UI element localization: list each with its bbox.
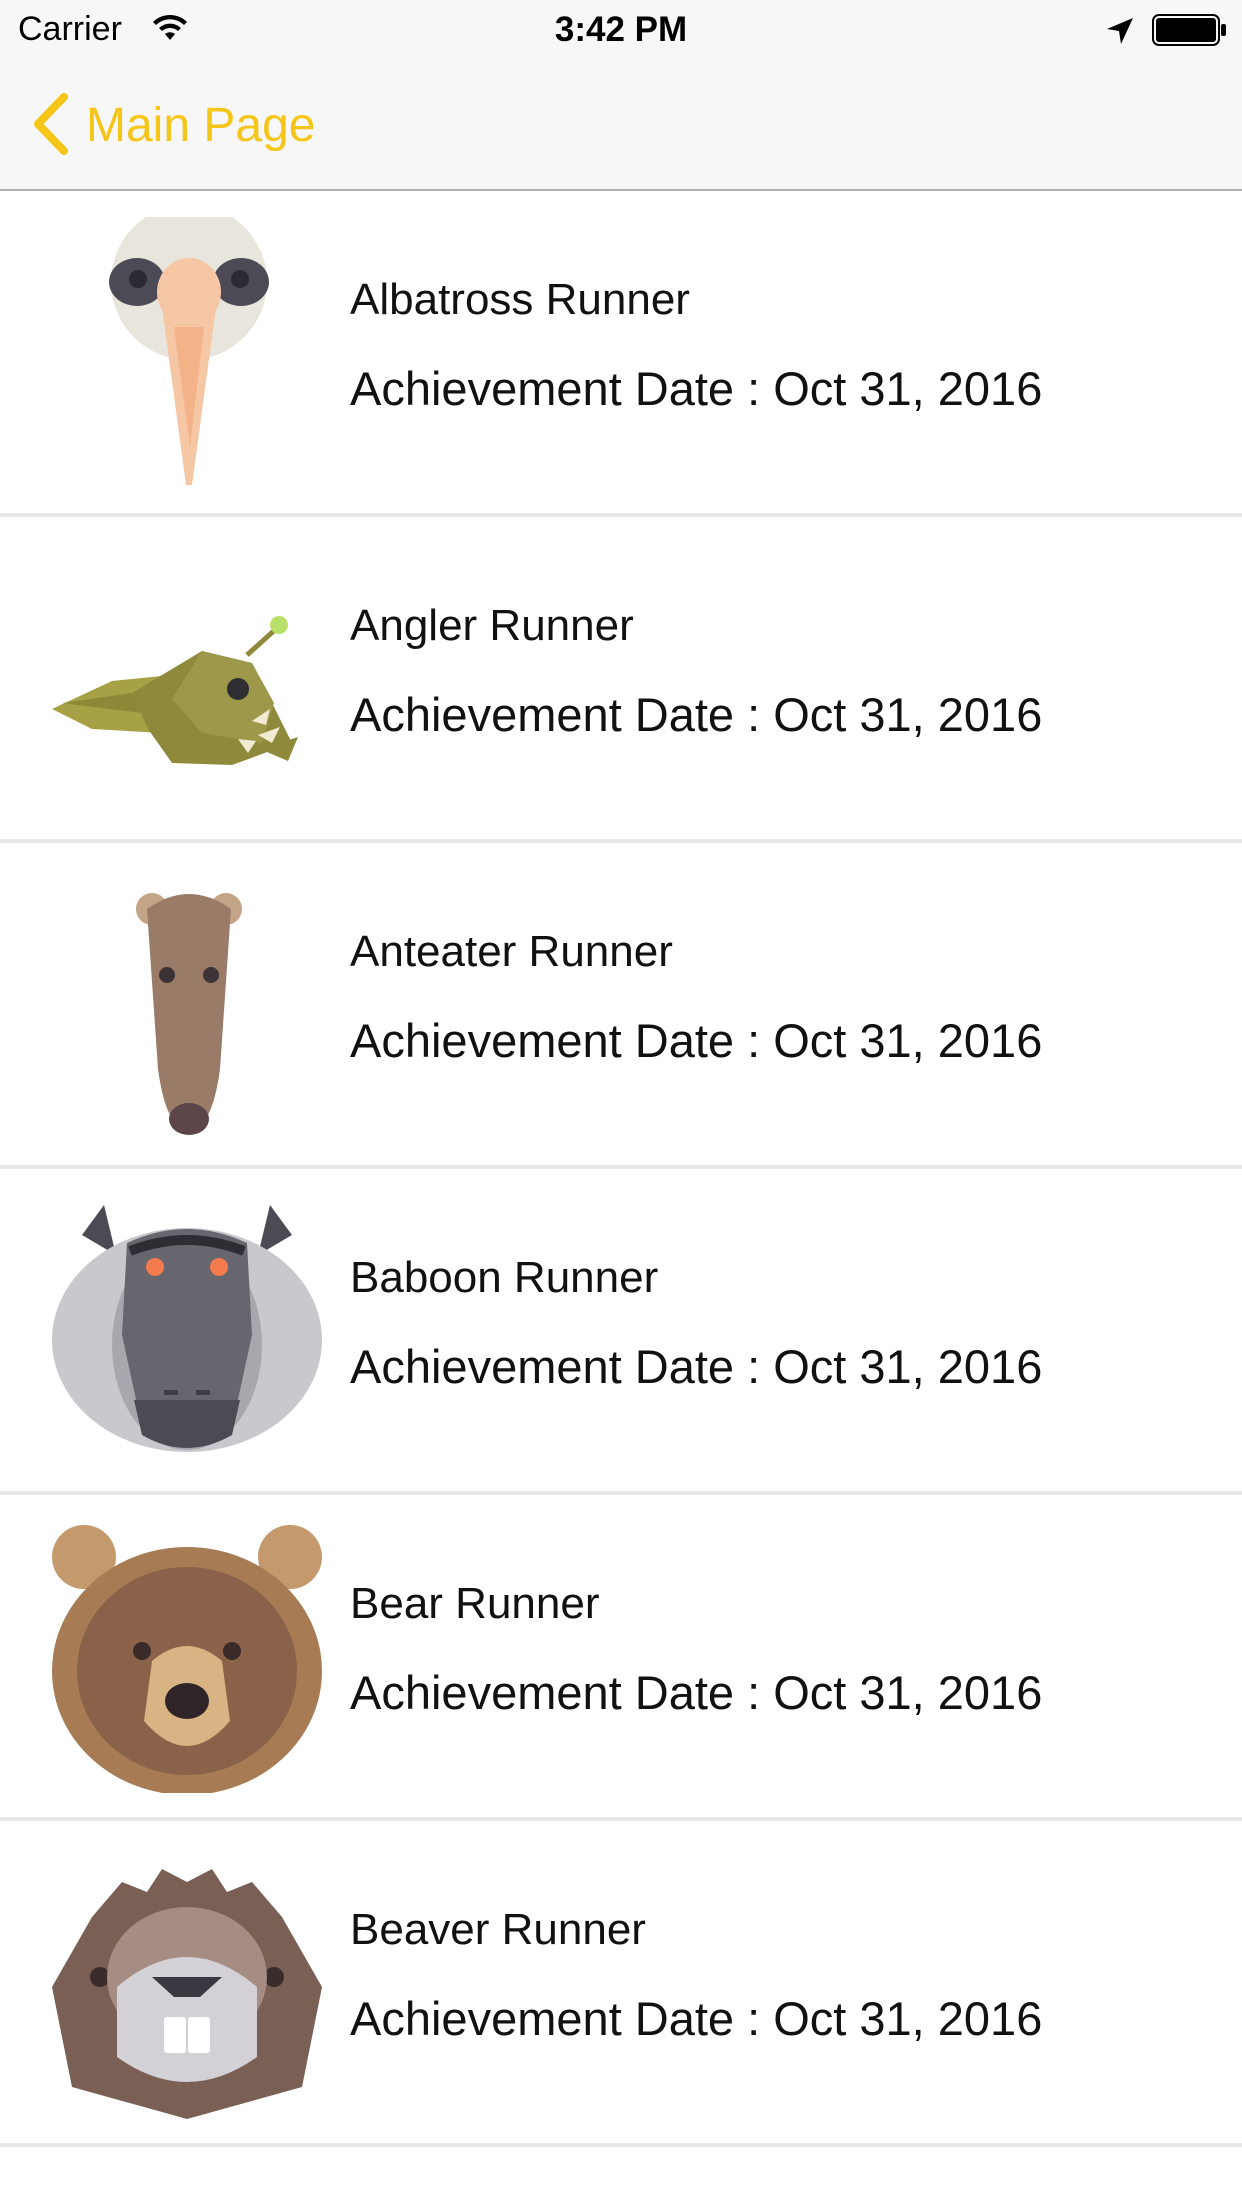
- achievement-list: Albatross Runner Achievement Date : Oct …: [0, 191, 1242, 2147]
- achievement-date: Achievement Date : Oct 31, 2016: [350, 1992, 1043, 2045]
- location-arrow-icon: [1105, 16, 1135, 51]
- back-button[interactable]: Main Page: [30, 90, 350, 162]
- status-bar: Carrier 3:42 PM: [0, 0, 1242, 60]
- list-item[interactable]: Anteater Runner Achievement Date : Oct 3…: [0, 843, 1242, 1169]
- achievement-date: Achievement Date : Oct 31, 2016: [350, 1014, 1043, 1067]
- achievement-title: Beaver Runner: [350, 1905, 646, 1954]
- achievement-title: Angler Runner: [350, 601, 634, 650]
- chevron-left-icon: [30, 92, 70, 160]
- navigation-bar: Main Page: [0, 60, 1242, 191]
- achievement-date: Achievement Date : Oct 31, 2016: [350, 1666, 1043, 1719]
- status-time: 3:42 PM: [554, 10, 688, 49]
- battery-icon: [1152, 13, 1228, 52]
- bear-icon: [52, 1521, 322, 1795]
- achievement-title: Albatross Runner: [350, 275, 690, 324]
- anteater-icon: [52, 869, 322, 1141]
- baboon-icon: [52, 1195, 322, 1467]
- achievement-date: Achievement Date : Oct 31, 2016: [350, 1340, 1043, 1393]
- list-item[interactable]: Angler Runner Achievement Date : Oct 31,…: [0, 517, 1242, 843]
- list-item[interactable]: Albatross Runner Achievement Date : Oct …: [0, 191, 1242, 517]
- achievement-date: Achievement Date : Oct 31, 2016: [350, 688, 1043, 741]
- list-item[interactable]: Beaver Runner Achievement Date : Oct 31,…: [0, 1821, 1242, 2147]
- achievement-title: Bear Runner: [350, 1579, 600, 1628]
- achievement-title: Baboon Runner: [350, 1253, 659, 1302]
- back-label: Main Page: [86, 99, 316, 152]
- list-item[interactable]: Baboon Runner Achievement Date : Oct 31,…: [0, 1169, 1242, 1495]
- anglerfish-icon: [52, 543, 322, 815]
- beaver-icon: [52, 1847, 322, 2119]
- achievement-date: Achievement Date : Oct 31, 2016: [350, 362, 1043, 415]
- list-item[interactable]: Bear Runner Achievement Date : Oct 31, 2…: [0, 1495, 1242, 1821]
- achievement-title: Anteater Runner: [350, 927, 673, 976]
- albatross-icon: [52, 204, 322, 489]
